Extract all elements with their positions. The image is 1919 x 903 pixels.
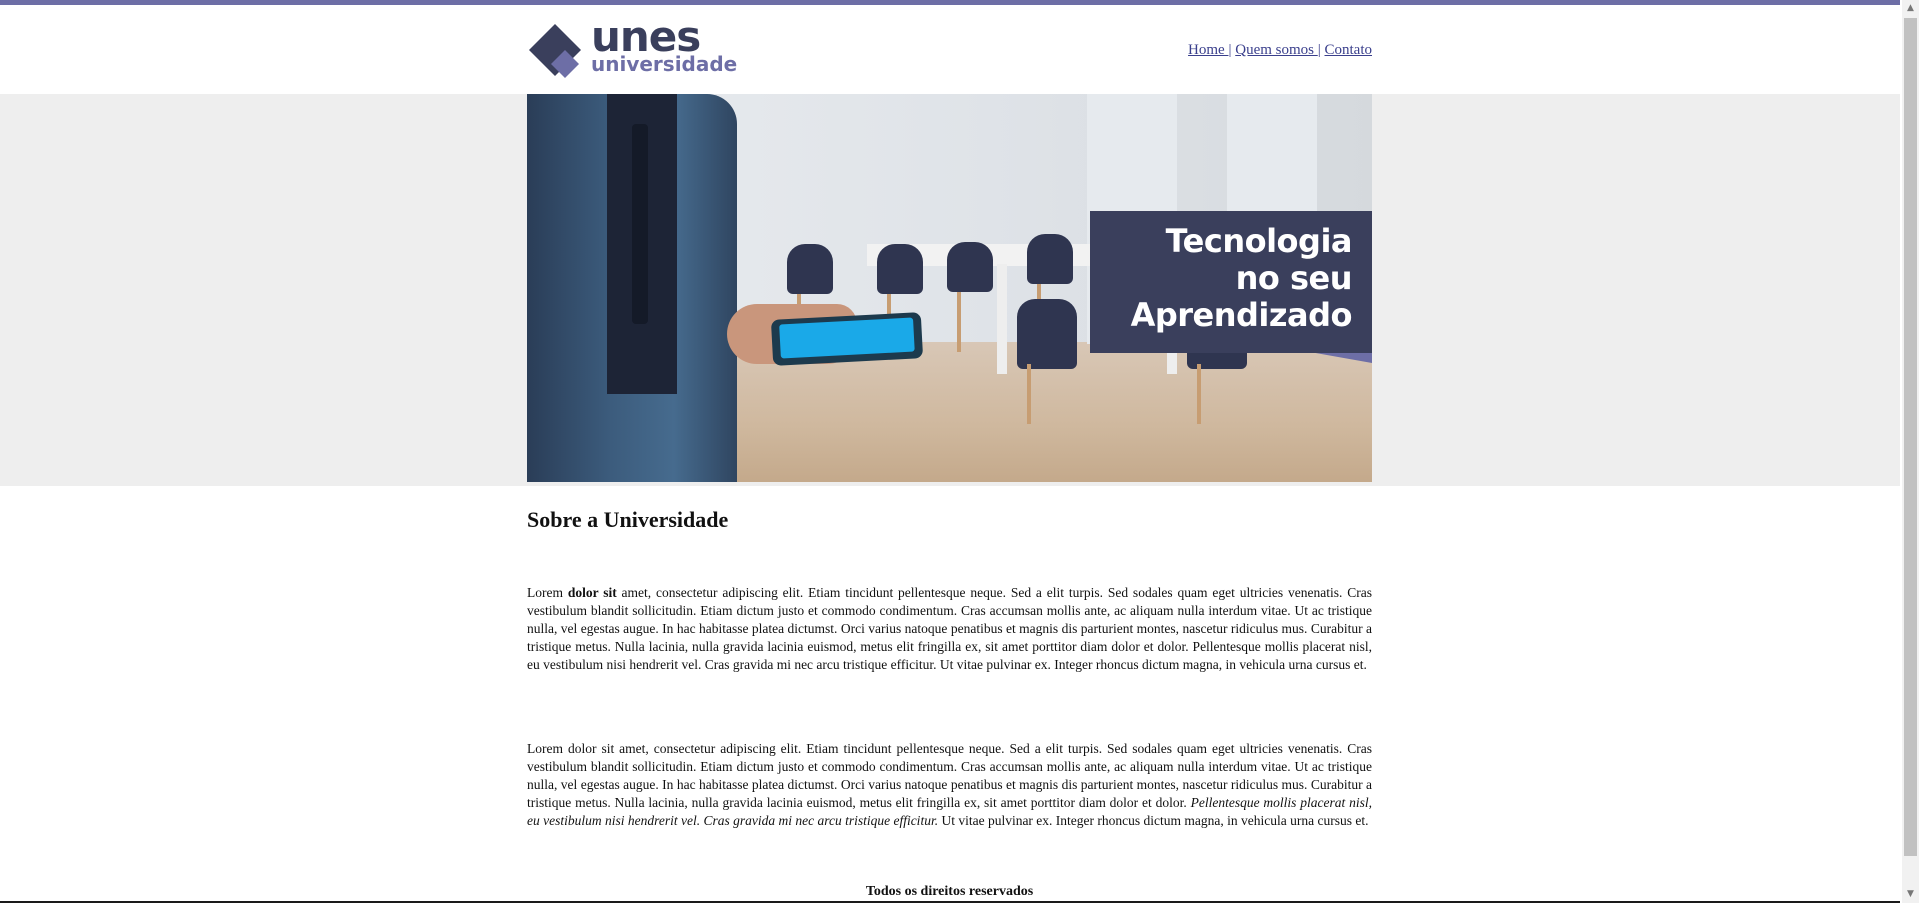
- hero-caption-line: no seu: [1235, 259, 1353, 297]
- paragraph-text: Ut vitae pulvinar ex. Integer rhoncus di…: [938, 813, 1369, 828]
- hero-chair: [877, 244, 923, 294]
- hero-chair-leg: [1027, 364, 1031, 424]
- nav-link-quem-somos[interactable]: Quem somos: [1235, 42, 1318, 58]
- logo-subtitle: universidade: [591, 52, 738, 76]
- logo[interactable]: unes universidade: [527, 16, 738, 78]
- nav-link-home[interactable]: Home: [1188, 42, 1228, 58]
- hero-chair: [787, 244, 833, 294]
- hero-chair-leg: [957, 292, 961, 352]
- paragraph-text: amet, consectetur adipiscing elit. Etiam…: [527, 585, 1372, 672]
- hero-caption-text: Tecnologia no seu Aprendizado: [1102, 222, 1353, 334]
- header: unes universidade Home | Quem somos | Co…: [527, 16, 1372, 80]
- main-content: Sobre a Universidade Lorem dolor sit ame…: [527, 500, 1372, 828]
- paragraph: Lorem dolor sit amet, consectetur adipis…: [527, 740, 1372, 830]
- hero-tablet-screen: [779, 317, 915, 359]
- page-title: Sobre a Universidade: [527, 507, 729, 532]
- hero-person: [527, 94, 737, 482]
- scroll-down-icon[interactable]: ▼: [1902, 886, 1919, 903]
- vertical-scrollbar[interactable]: ▲ ▼: [1902, 0, 1919, 903]
- hero-chair: [1027, 234, 1073, 284]
- scrollbar-thumb[interactable]: [1904, 18, 1917, 856]
- logo-diamond-icon: [529, 24, 581, 78]
- hero-chair: [1017, 299, 1077, 369]
- scroll-up-icon[interactable]: ▲: [1902, 0, 1919, 17]
- nav-link-contato[interactable]: Contato: [1325, 42, 1373, 58]
- hero-caption-line: Tecnologia: [1165, 222, 1353, 260]
- footer-text: Todos os direitos reservados: [865, 884, 1034, 899]
- hero-chair: [947, 242, 993, 292]
- hero-banner-image: Tecnologia no seu Aprendizado: [527, 94, 1372, 482]
- paragraph: Lorem dolor sit amet, consectetur adipis…: [527, 584, 1372, 674]
- paragraph-text: Lorem: [527, 585, 568, 600]
- hero-chair-leg: [1197, 364, 1201, 424]
- nav-separator: |: [1228, 42, 1232, 58]
- hero-table-leg: [997, 264, 1007, 374]
- top-accent-bar: [0, 0, 1900, 5]
- hero-caption-line: Aprendizado: [1130, 296, 1353, 334]
- paragraph-bold-text: dolor sit: [567, 585, 617, 600]
- top-nav: Home | Quem somos | Contato: [1188, 42, 1372, 59]
- nav-separator: |: [1317, 42, 1321, 58]
- hero-person-tie: [632, 124, 648, 324]
- hero-tablet: [770, 312, 924, 366]
- page: unes universidade Home | Quem somos | Co…: [0, 0, 1900, 903]
- hero-caption-box: Tecnologia no seu Aprendizado: [1090, 211, 1372, 353]
